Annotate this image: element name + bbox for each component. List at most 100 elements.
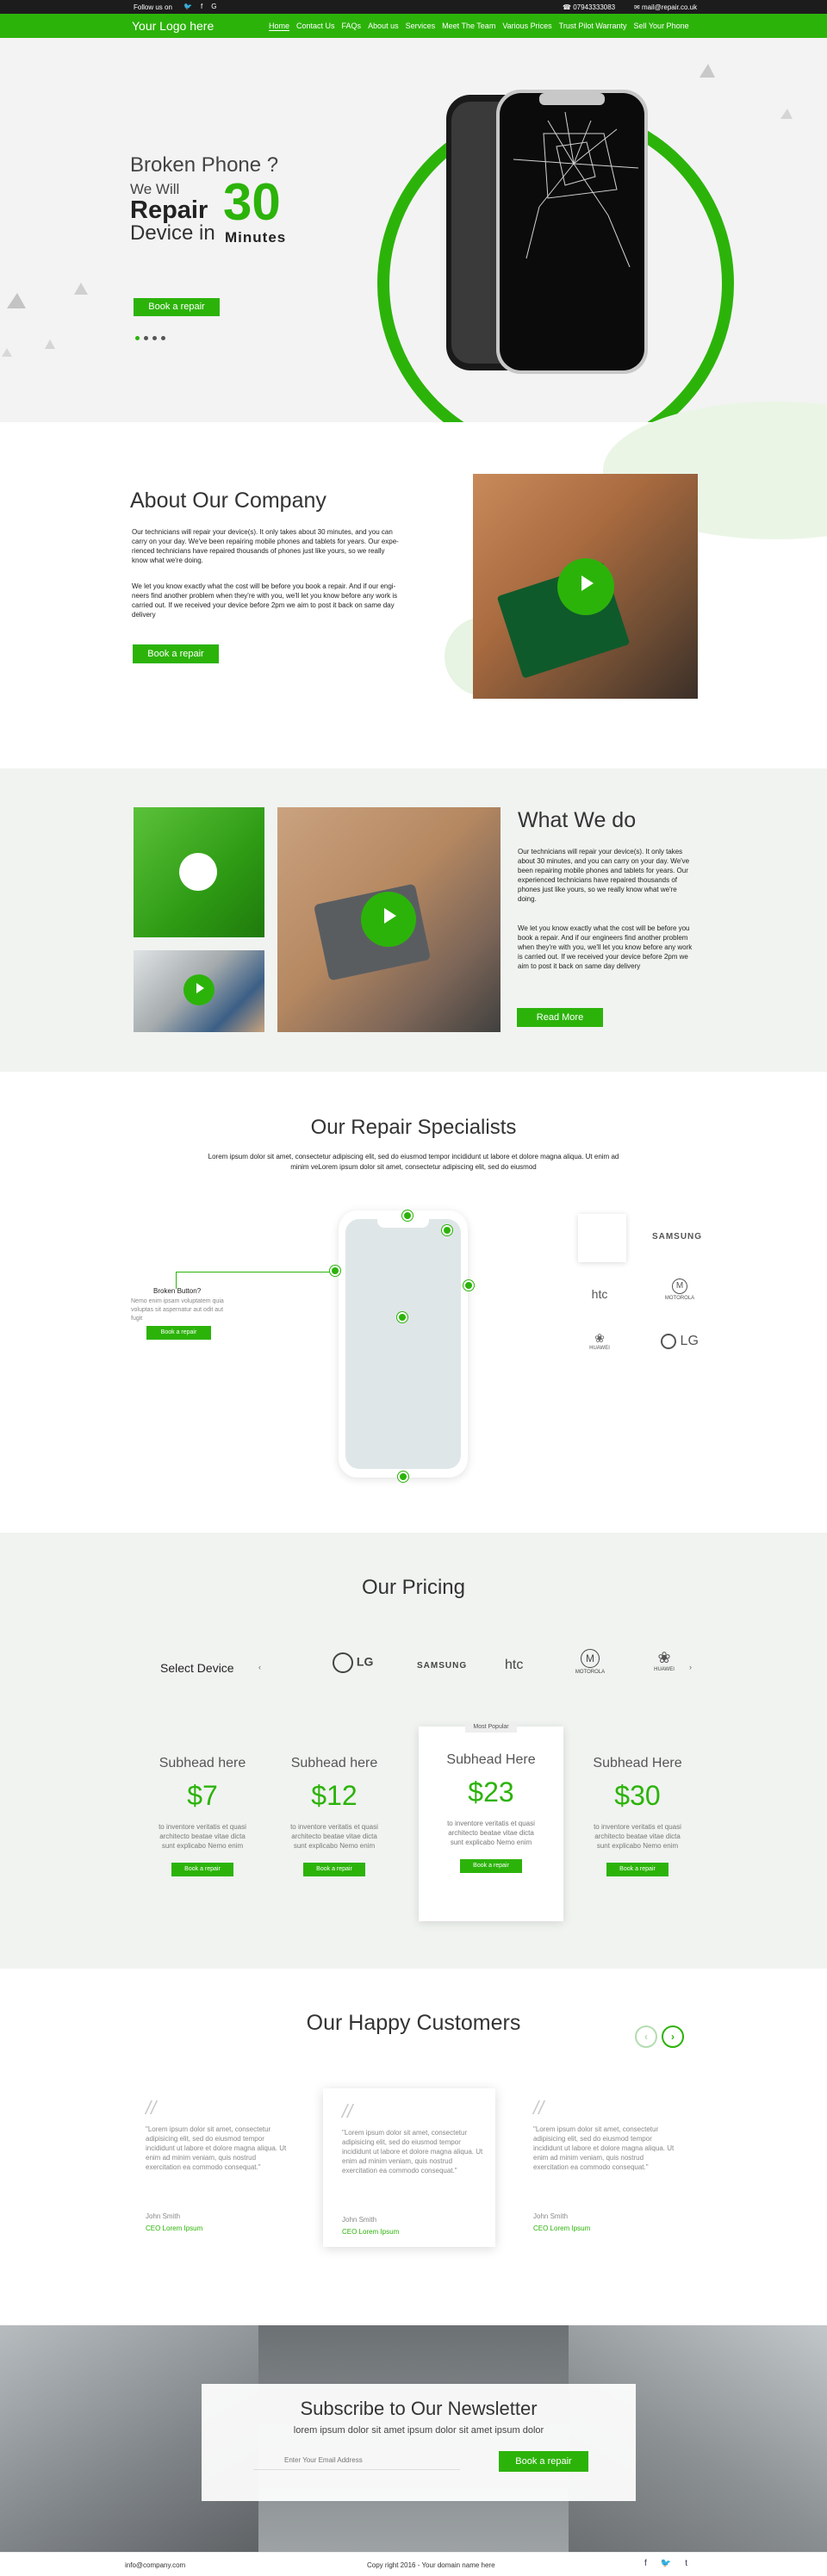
price-description: to inventore veritatis et quasi architec… [447, 1820, 535, 1846]
testimonials-next-button[interactable]: › [662, 2025, 684, 2048]
brand-samsung[interactable]: SAMSUNG [651, 1232, 703, 1241]
price-amount: $7 [187, 1780, 218, 1811]
hotspot-side-button[interactable] [330, 1266, 340, 1276]
broken-button-callout: Broken Button? Nemo enim ipsam voluptate… [131, 1287, 226, 1323]
nav-meet-the-team[interactable]: Meet The Team [442, 22, 495, 31]
chevron-right-icon[interactable]: › [689, 1663, 692, 1671]
hotspot-power-button[interactable] [463, 1280, 474, 1291]
about-title: About Our Company [130, 488, 326, 513]
testimonial-text: "Lorem ipsum dolor sit amet, consectetur… [342, 2129, 483, 2175]
price-amount: $23 [468, 1776, 514, 1808]
hero-slider-dots [135, 336, 165, 340]
nav-various-prices[interactable]: Various Prices [502, 22, 551, 31]
pricing-brand-motorola[interactable]: M MOTOROLA [569, 1649, 612, 1675]
twitter-icon[interactable]: 🐦 [183, 3, 192, 10]
callout-description: Nemo enim ipsam voluptatem quia voluptas… [131, 1298, 224, 1322]
nav-contact-us[interactable]: Contact Us [296, 22, 335, 31]
quote-icon: // [146, 2097, 157, 2119]
price-book-repair-button[interactable]: Book a repair [303, 1863, 365, 1876]
slider-dot[interactable] [144, 336, 148, 340]
quote-icon: // [342, 2100, 353, 2122]
pricing-brand-huawei-label: HUAWEI [654, 1667, 675, 1672]
email-text: mail@repair.co.uk [641, 3, 698, 11]
video-thumbnail-large[interactable] [277, 807, 501, 1032]
price-book-repair-button[interactable]: Book a repair [171, 1863, 233, 1876]
slider-dot[interactable] [161, 336, 165, 340]
repair-video-thumbnail[interactable] [473, 474, 698, 699]
twitter-icon[interactable]: 🐦 [661, 2559, 671, 2568]
pricing-brand-samsung[interactable]: SAMSUNG [417, 1661, 467, 1671]
brand-huawei[interactable]: ❀ HUAWEI [574, 1331, 625, 1351]
hotspot-screen[interactable] [397, 1312, 407, 1322]
brand-motorola-label: MOTOROLA [664, 1296, 695, 1301]
nav-faqs[interactable]: FAQs [342, 22, 362, 31]
phone-number[interactable]: ☎ 07943333083 [563, 3, 615, 11]
about-book-repair-button[interactable]: Book a repair [133, 644, 219, 663]
play-icon[interactable] [361, 892, 416, 947]
read-more-button[interactable]: Read More [517, 1008, 603, 1027]
brand-motorola[interactable]: M MOTOROLA [654, 1279, 706, 1301]
testimonial-text: "Lorem ipsum dolor sit amet, consectetur… [533, 2125, 675, 2171]
callout-book-repair-button[interactable]: Book a repair [146, 1326, 211, 1340]
price-card-2: Subhead here $12 to inventore veritatis … [274, 1730, 395, 1921]
about-paragraph-1: Our technicians will repair your device(… [132, 528, 399, 564]
hotspot-earpiece[interactable] [402, 1210, 413, 1221]
pricing-brand-lg[interactable]: LG [333, 1652, 373, 1673]
slider-dot[interactable] [152, 336, 157, 340]
decor-triangle [780, 109, 793, 119]
video-thumbnail-small-2[interactable] [134, 950, 264, 1032]
facebook-icon[interactable]: f [644, 2559, 647, 2568]
nav-sell-your-phone[interactable]: Sell Your Phone [634, 22, 689, 31]
price-description: to inventore veritatis et quasi architec… [594, 1823, 681, 1850]
testimonial-text: "Lorem ipsum dolor sit amet, consectetur… [146, 2125, 287, 2171]
decor-triangle [2, 348, 12, 357]
nav-trust-pilot-warranty[interactable]: Trust Pilot Warranty [559, 22, 627, 31]
play-icon[interactable] [557, 558, 614, 615]
footer-copyright: Copy right 2016 - Your domain name here [367, 2561, 495, 2569]
hero-number: 30 [223, 173, 281, 231]
hero-unit: Minutes [225, 229, 287, 246]
price-book-repair-button[interactable]: Book a repair [460, 1859, 522, 1873]
price-card-3-popular: Most Popular Subhead Here $23 to invento… [419, 1722, 563, 1921]
price-subhead: Subhead Here [446, 1752, 536, 1767]
testimonials-prev-button[interactable]: ‹ [635, 2025, 657, 2048]
nav-home[interactable]: Home [269, 22, 290, 31]
testimonial-name: John Smith [146, 2212, 181, 2220]
what-paragraph-2: We let you know exactly what the cost wi… [518, 924, 693, 970]
play-icon[interactable] [183, 974, 215, 1005]
price-amount: $12 [311, 1780, 358, 1811]
newsletter-email-input[interactable] [253, 2451, 460, 2470]
nav-about-us[interactable]: About us [368, 22, 399, 31]
play-icon[interactable] [179, 853, 217, 891]
newsletter-subtitle: lorem ipsum dolor sit amet ipsum dolor s… [293, 2425, 544, 2436]
most-popular-tag: Most Popular [465, 1722, 517, 1733]
price-book-repair-button[interactable]: Book a repair [606, 1863, 668, 1876]
about-paragraph-2: We let you know exactly what the cost wi… [132, 582, 398, 619]
slider-dot[interactable] [135, 336, 140, 340]
decor-triangle [7, 293, 26, 308]
email-link[interactable]: ✉ mail@repair.co.uk [634, 3, 697, 11]
footer-email[interactable]: info@company.com [125, 2561, 185, 2569]
newsletter-submit-button[interactable]: Book a repair [499, 2451, 588, 2472]
nav-services[interactable]: Services [406, 22, 436, 31]
hero-book-repair-button[interactable]: Book a repair [134, 298, 220, 316]
chevron-left-icon[interactable]: ‹ [258, 1663, 261, 1671]
specialists-title: Our Repair Specialists [310, 1116, 517, 1139]
decor-triangle [45, 339, 55, 349]
facebook-icon[interactable]: f [201, 3, 202, 10]
pricing-title: Our Pricing [361, 1576, 466, 1599]
price-subhead: Subhead here [290, 1756, 378, 1770]
pricing-brand-huawei[interactable]: ❀ HUAWEI [644, 1649, 685, 1672]
broken-phone-image [446, 90, 648, 374]
footer: info@company.com Copy right 2016 - Your … [0, 2552, 827, 2576]
brand-apple-tile[interactable] [578, 1214, 626, 1262]
tumblr-icon[interactable]: t [685, 2559, 687, 2568]
brand-lg[interactable]: LG [654, 1334, 706, 1349]
logo[interactable]: Your Logo here [132, 19, 214, 33]
pricing-brand-htc[interactable]: htc [505, 1658, 523, 1673]
brand-htc[interactable]: htc [574, 1287, 625, 1301]
video-thumbnail-small-1[interactable] [134, 807, 264, 937]
google-plus-icon[interactable]: G [211, 3, 216, 10]
hotspot-charging-port[interactable] [398, 1472, 408, 1482]
hotspot-camera[interactable] [442, 1225, 452, 1235]
